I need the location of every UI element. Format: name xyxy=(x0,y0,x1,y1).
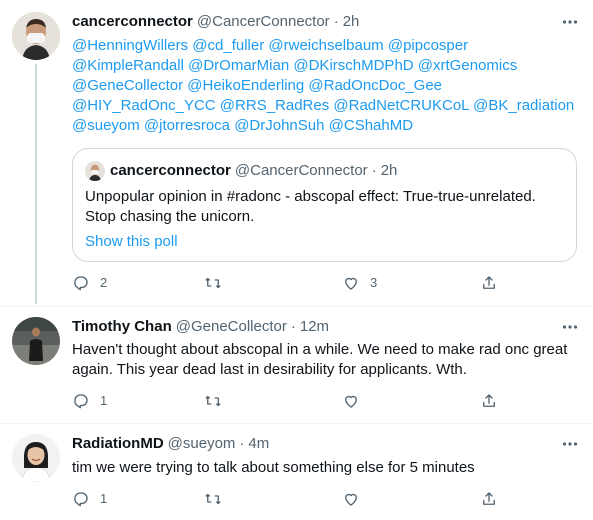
retweet-button[interactable] xyxy=(204,274,232,292)
thread-line xyxy=(35,64,37,304)
more-options-icon[interactable] xyxy=(560,317,580,337)
quoted-author-handle: @CancerConnector xyxy=(234,162,368,179)
mention-link[interactable]: @RRS_RadRes xyxy=(220,97,329,114)
mention-link[interactable]: @DKirschMDPhD xyxy=(293,57,413,74)
quoted-avatar xyxy=(85,161,105,181)
tweet-text: tim we were trying to talk about somethi… xyxy=(72,459,475,476)
share-icon xyxy=(483,394,495,407)
retweet-icon xyxy=(205,493,221,505)
avatar[interactable] xyxy=(12,317,60,365)
mention-link[interactable]: @sueyom xyxy=(72,117,140,134)
reply-icon xyxy=(74,276,88,291)
mention-link[interactable]: @rweichselbaum xyxy=(268,37,383,54)
mention-link[interactable]: @KimpleRandall xyxy=(72,57,184,74)
mention-link[interactable]: @RadOncDoc_Gee xyxy=(308,77,442,94)
timestamp[interactable]: 4m xyxy=(248,434,269,454)
reply-icon xyxy=(74,492,88,507)
retweet-icon xyxy=(205,277,221,289)
mention-link[interactable]: @jtorresroca xyxy=(144,117,230,134)
author-handle[interactable]: @sueyom xyxy=(168,434,236,454)
reply-button[interactable]: 2 xyxy=(72,274,107,292)
heart-icon xyxy=(345,277,357,290)
retweet-button[interactable] xyxy=(204,392,232,410)
separator: · xyxy=(333,13,339,30)
share-icon xyxy=(483,492,495,505)
author-name[interactable]: cancerconnector xyxy=(72,12,193,32)
mention-link[interactable]: @DrOmarMian xyxy=(188,57,289,74)
mention-link[interactable]: @pipcosper xyxy=(388,37,468,54)
more-options-icon[interactable] xyxy=(560,434,580,454)
tweet-cancerconnector[interactable]: cancerconnector @CancerConnector · 2h @H… xyxy=(0,0,593,304)
mention-link[interactable]: @cd_fuller xyxy=(192,37,264,54)
heart-icon xyxy=(345,493,357,506)
mention-link[interactable]: @HIY_RadOnc_YCC xyxy=(72,97,216,114)
reply-button[interactable]: 1 xyxy=(72,392,107,410)
quoted-author-name: cancerconnector xyxy=(110,162,231,179)
tweet-timothy-chan[interactable]: Timothy Chan @GeneCollector · 12m Haven'… xyxy=(0,307,593,419)
retweet-button[interactable] xyxy=(204,490,232,508)
reply-count: 1 xyxy=(100,491,108,506)
tweet-radiationmd[interactable]: RadiationMD @sueyom · 4m tim we were try… xyxy=(0,424,593,520)
like-count: 3 xyxy=(370,275,378,290)
avatar[interactable] xyxy=(12,12,60,60)
separator: · xyxy=(290,318,296,335)
timestamp[interactable]: 2h xyxy=(343,12,360,32)
reply-count: 2 xyxy=(100,275,108,290)
mention-link[interactable]: @CShahMD xyxy=(329,117,413,134)
reply-button[interactable]: 1 xyxy=(72,490,107,508)
mention-link[interactable]: @DrJohnSuh xyxy=(234,117,324,134)
share-button[interactable] xyxy=(480,274,498,292)
retweet-icon xyxy=(205,395,221,407)
mention-link[interactable]: @RadNetCRUKCoL xyxy=(333,97,469,114)
quoted-text: Unpopular opinion in #radonc - abscopal … xyxy=(85,188,536,225)
quoted-tweet[interactable]: cancerconnector @CancerConnector · 2h Un… xyxy=(72,148,577,262)
author-handle[interactable]: @GeneCollector xyxy=(176,317,287,337)
tweet-text: Haven't thought about abscopal in a whil… xyxy=(72,341,568,378)
author-name[interactable]: Timothy Chan xyxy=(72,317,172,337)
like-button[interactable] xyxy=(342,392,370,410)
share-button[interactable] xyxy=(480,392,498,410)
author-handle[interactable]: @CancerConnector xyxy=(197,12,330,32)
mention-link[interactable]: @xrtGenomics xyxy=(418,57,517,74)
timestamp[interactable]: 12m xyxy=(300,317,329,337)
author-name[interactable]: RadiationMD xyxy=(72,434,164,454)
mention-link[interactable]: @HeikoEnderling xyxy=(187,77,304,94)
avatar[interactable] xyxy=(12,434,60,482)
reply-count: 1 xyxy=(100,393,108,408)
heart-icon xyxy=(345,395,357,408)
mentions-text: @HenningWillers @cd_fuller @rweichselbau… xyxy=(72,36,582,136)
more-options-icon[interactable] xyxy=(560,12,580,32)
reply-icon xyxy=(74,394,88,409)
quoted-timestamp: 2h xyxy=(380,162,398,179)
mention-link[interactable]: @GeneCollector xyxy=(72,77,183,94)
like-button[interactable] xyxy=(342,490,370,508)
like-button[interactable]: 3 xyxy=(342,274,377,292)
mention-link[interactable]: @HenningWillers xyxy=(72,37,188,54)
share-button[interactable] xyxy=(480,490,498,508)
separator: · xyxy=(371,162,377,179)
show-poll-link[interactable]: Show this poll xyxy=(85,232,178,252)
share-icon xyxy=(483,276,495,289)
mention-link[interactable]: @BK_radiation xyxy=(473,97,574,114)
separator: · xyxy=(239,435,245,452)
